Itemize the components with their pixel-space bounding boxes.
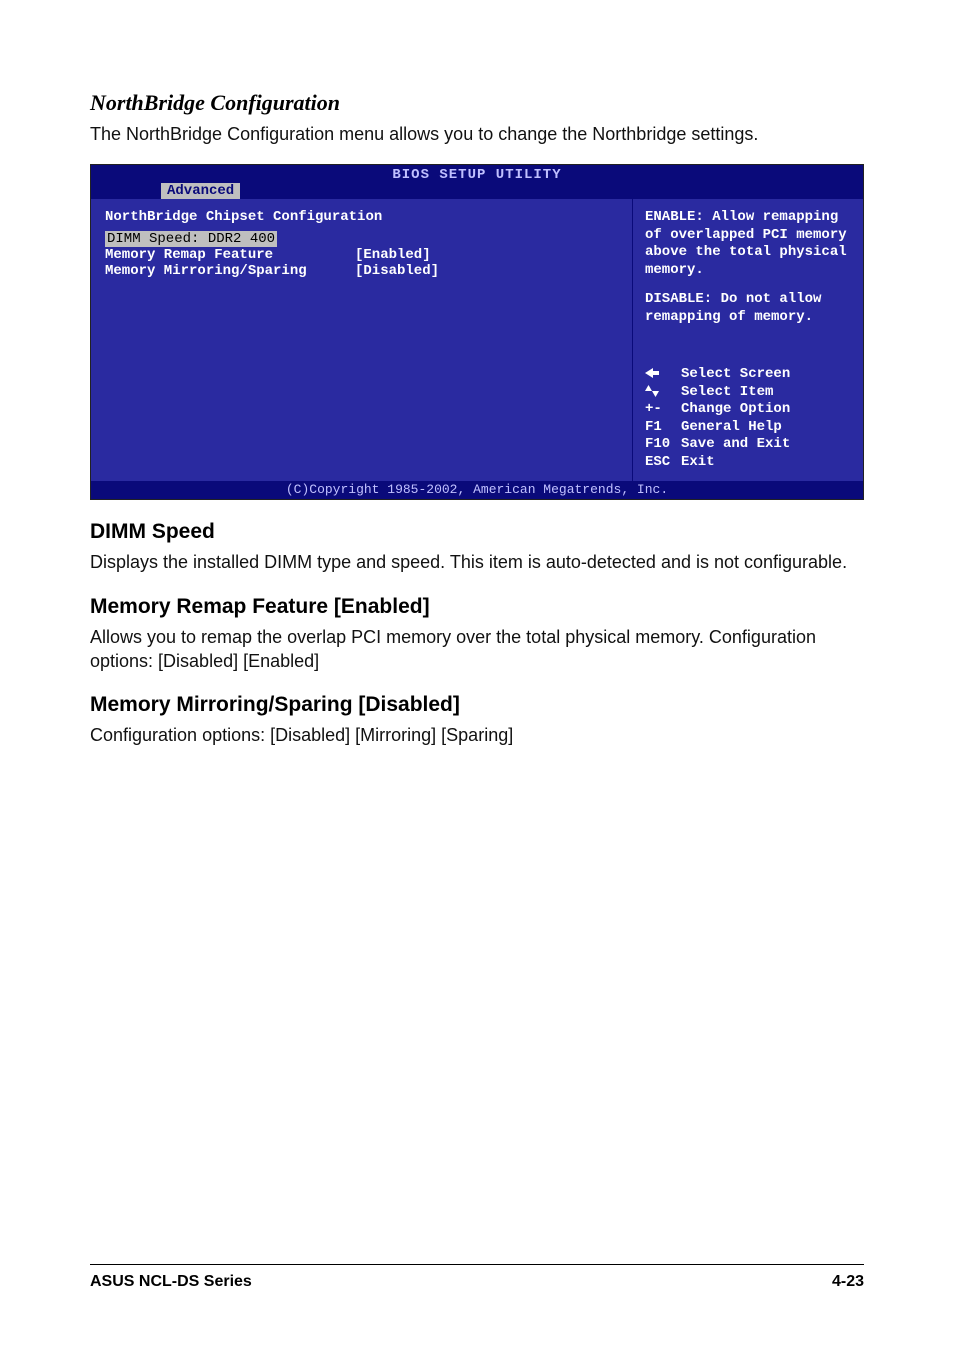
bios-nav-help-label: General Help [681,419,782,437]
northbridge-body: The NorthBridge Configuration menu allow… [90,122,864,146]
page-footer: ASUS NCL-DS Series 4-23 [90,1264,864,1291]
bios-nav-screen: Select Screen [645,366,851,384]
bios-right-pane: ENABLE: Allow remapping of overlapped PC… [633,199,863,481]
bios-help-enable: ENABLE: Allow remapping of overlapped PC… [645,209,851,279]
memory-remap-body: Allows you to remap the overlap PCI memo… [90,625,864,674]
arrow-left-icon [645,366,681,384]
bios-row-memory-mirroring[interactable]: Memory Mirroring/Sparing [Disabled] [105,263,618,279]
bios-nav-help: F1 General Help [645,419,851,437]
dimm-speed-heading: DIMM Speed [90,520,864,544]
bios-body: NorthBridge Chipset Configuration DIMM S… [91,199,863,481]
bios-nav-screen-label: Select Screen [681,366,790,384]
memory-mirroring-body: Configuration options: [Disabled] [Mirro… [90,723,864,747]
memory-remap-heading: Memory Remap Feature [Enabled] [90,595,864,619]
bios-nav-help-key: F1 [645,419,681,437]
bios-mirror-value: [Disabled] [355,263,439,279]
bios-tabbar: Advanced [91,183,863,199]
dimm-speed-body: Displays the installed DIMM type and spe… [90,550,864,574]
bios-help-disable: DISABLE: Do not allow remapping of memor… [645,291,851,326]
bios-title: BIOS SETUP UTILITY [91,165,863,183]
bios-nav-exit: ESC Exit [645,454,851,472]
section-memory-remap: Memory Remap Feature [Enabled] Allows yo… [90,595,864,674]
bios-nav-save-label: Save and Exit [681,436,790,454]
bios-nav-change-label: Change Option [681,401,790,419]
bios-footer: (C)Copyright 1985-2002, American Megatre… [91,481,863,499]
bios-mirror-label: Memory Mirroring/Sparing [105,263,355,279]
bios-row-memory-remap[interactable]: Memory Remap Feature [Enabled] [105,247,618,263]
bios-nav-change: +- Change Option [645,401,851,419]
bios-nav-item-label: Select Item [681,384,773,402]
bios-remap-label: Memory Remap Feature [105,247,355,263]
bios-tab-advanced[interactable]: Advanced [161,183,240,199]
bios-dimm-speed-label: DIMM Speed: DDR2 400 [105,231,277,247]
footer-product: ASUS NCL-DS Series [90,1273,252,1291]
bios-remap-value: [Enabled] [355,247,431,263]
bios-nav-exit-key: ESC [645,454,681,472]
bios-nav-item: Select Item [645,384,851,402]
bios-nav-save-key: F10 [645,436,681,454]
section-northbridge: NorthBridge Configuration The NorthBridg… [90,90,864,146]
northbridge-heading: NorthBridge Configuration [90,90,864,116]
bios-section-title: NorthBridge Chipset Configuration [105,209,618,225]
bios-nav-save: F10 Save and Exit [645,436,851,454]
arrow-updown-icon [645,384,681,402]
bios-nav-change-key: +- [645,401,681,419]
section-memory-mirroring: Memory Mirroring/Sparing [Disabled] Conf… [90,693,864,747]
footer-page-number: 4-23 [832,1273,864,1291]
bios-left-pane: NorthBridge Chipset Configuration DIMM S… [91,199,633,481]
bios-nav-exit-label: Exit [681,454,715,472]
bios-nav: Select Screen Select Item +- Change Opti… [645,366,851,471]
section-dimm-speed: DIMM Speed Displays the installed DIMM t… [90,520,864,574]
bios-screen: BIOS SETUP UTILITY Advanced NorthBridge … [90,164,864,500]
bios-row-dimm-speed[interactable]: DIMM Speed: DDR2 400 [105,231,618,247]
memory-mirroring-heading: Memory Mirroring/Sparing [Disabled] [90,693,864,717]
